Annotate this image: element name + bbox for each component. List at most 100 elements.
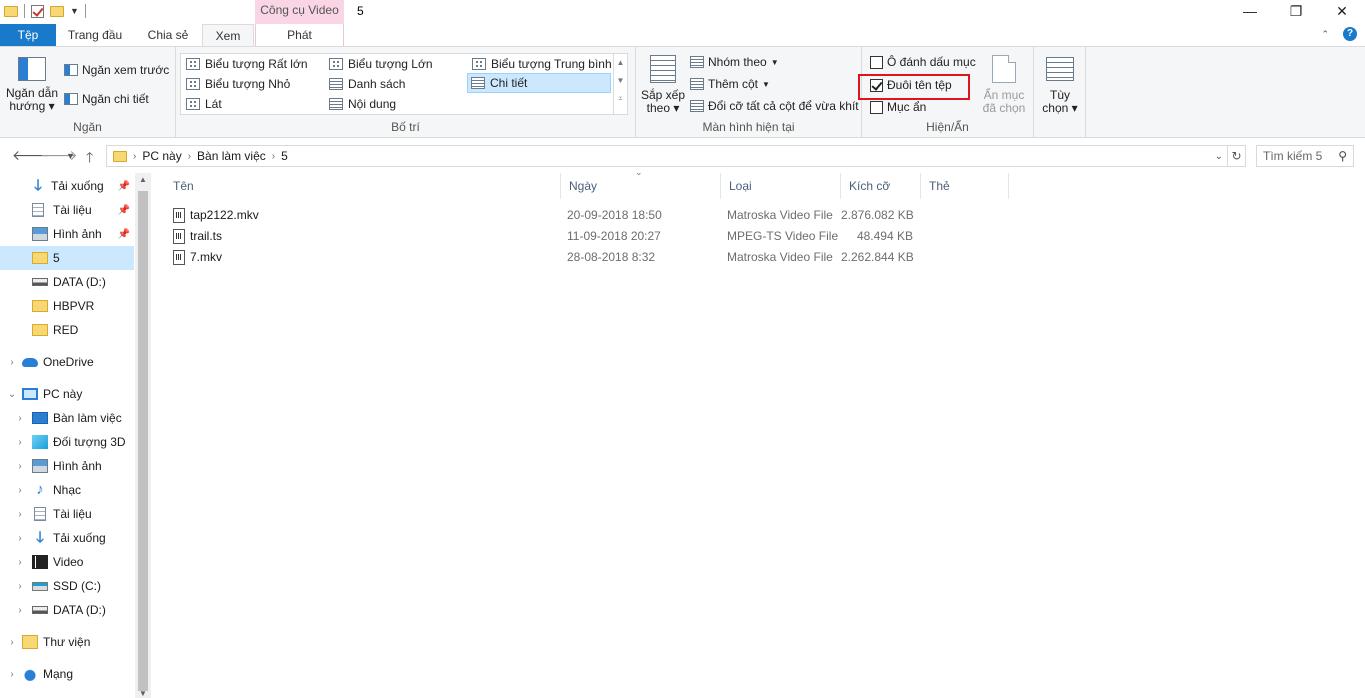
- breadcrumb-desktop[interactable]: Bàn làm việc: [197, 149, 266, 163]
- nav-item-data-drive-pc[interactable]: › DATA (D:): [0, 598, 134, 622]
- tab-file[interactable]: Tệp: [0, 24, 56, 46]
- recent-locations-icon[interactable]: ▼: [66, 151, 75, 161]
- chevron-right-icon[interactable]: ›: [14, 437, 26, 448]
- group-by-button[interactable]: Nhóm theo ▼: [690, 55, 779, 69]
- hidden-items-checkbox[interactable]: [870, 100, 883, 114]
- address-input[interactable]: › PC này › Bàn làm việc › 5 ⌄: [106, 145, 1228, 167]
- preview-pane-button[interactable]: Ngăn xem trước: [64, 63, 169, 77]
- file-size: 48.494 KB: [856, 229, 913, 243]
- navigation-pane-icon: [18, 57, 46, 81]
- table-row[interactable]: 7.mkv 28-08-2018 8:32 Matroska Video Fil…: [165, 247, 925, 268]
- scroll-up-icon[interactable]: ▲: [135, 175, 151, 184]
- nav-item-documents[interactable]: Tài liệu 📌: [0, 198, 134, 222]
- nav-item-folder-5[interactable]: 5: [0, 246, 134, 270]
- breadcrumb-separator[interactable]: ›: [272, 151, 275, 162]
- address-dropdown-icon[interactable]: ⌄: [1215, 151, 1223, 162]
- breadcrumb-separator[interactable]: ›: [188, 151, 191, 162]
- breadcrumb-current[interactable]: 5: [281, 149, 288, 163]
- chevron-right-icon[interactable]: ›: [6, 637, 18, 648]
- layout-large-icons[interactable]: Biểu tượng Lớn: [326, 54, 466, 74]
- help-icon[interactable]: ?: [1343, 27, 1357, 41]
- chevron-right-icon[interactable]: ›: [14, 605, 26, 616]
- new-folder-icon[interactable]: [50, 5, 64, 17]
- customize-toolbar-icon[interactable]: ▼: [70, 6, 79, 16]
- nav-item-onedrive[interactable]: › OneDrive: [0, 350, 134, 374]
- hide-selected-label-2: đã chọn: [982, 101, 1026, 115]
- nav-item-3d-objects[interactable]: › Đối tượng 3D: [0, 430, 134, 454]
- chevron-right-icon[interactable]: ›: [14, 461, 26, 472]
- nav-item-pictures-pc[interactable]: › Hình ảnh: [0, 454, 134, 478]
- tab-share[interactable]: Chia sẻ: [134, 24, 202, 46]
- collapse-ribbon-icon[interactable]: ⌃: [1321, 29, 1329, 40]
- sort-by-button[interactable]: Sắp xếp theo ▾: [640, 55, 686, 115]
- layout-small-icons[interactable]: Biểu tượng Nhỏ: [183, 74, 323, 94]
- navigation-scrollbar[interactable]: ▲ ▼: [135, 173, 151, 698]
- table-row[interactable]: trail.ts 11-09-2018 20:27 MPEG-TS Video …: [165, 226, 925, 247]
- minimize-button[interactable]: —: [1227, 0, 1273, 24]
- nav-item-label: Hình ảnh: [53, 227, 102, 241]
- layout-medium-icons[interactable]: Biểu tượng Trung bình: [469, 54, 613, 74]
- scroll-down-icon[interactable]: ▼: [135, 689, 151, 698]
- tab-view[interactable]: Xem: [202, 24, 254, 47]
- navigation-pane-button[interactable]: Ngăn dẫn hướng ▾: [4, 57, 60, 113]
- options-button[interactable]: Tùy chọn ▾: [1036, 57, 1084, 115]
- layout-content[interactable]: Nội dung: [326, 94, 466, 114]
- nav-item-desktop[interactable]: › Bàn làm việc: [0, 406, 134, 430]
- hidden-items-option[interactable]: Mục ẩn: [870, 100, 926, 114]
- nav-item-downloads-pc[interactable]: › 🡓 Tải xuống: [0, 526, 134, 550]
- layout-list[interactable]: Danh sách: [326, 74, 466, 94]
- add-columns-button[interactable]: Thêm cột ▼: [690, 77, 770, 91]
- size-all-columns-button[interactable]: Đổi cỡ tất cả cột để vừa khít: [690, 99, 859, 113]
- column-header-type[interactable]: Loại: [721, 173, 841, 199]
- column-header-name[interactable]: Tên: [165, 173, 561, 199]
- close-button[interactable]: ✕: [1319, 0, 1365, 24]
- breadcrumb-this-pc[interactable]: PC này: [142, 149, 181, 163]
- up-arrow-icon[interactable]: 🡑: [86, 147, 93, 171]
- pin-icon[interactable]: 📌: [118, 229, 130, 240]
- chevron-right-icon[interactable]: ›: [14, 413, 26, 424]
- refresh-button[interactable]: ↻: [1228, 145, 1246, 167]
- restore-button[interactable]: ❐: [1273, 0, 1319, 24]
- nav-item-this-pc[interactable]: ⌄ PC này: [0, 382, 134, 406]
- nav-item-pictures[interactable]: Hình ảnh 📌: [0, 222, 134, 246]
- chevron-right-icon[interactable]: ›: [14, 557, 26, 568]
- nav-item-network[interactable]: › Mạng: [0, 662, 134, 686]
- layout-gallery-scroll[interactable]: ▲ ▼ ⩡: [613, 54, 627, 114]
- chevron-right-icon[interactable]: ›: [6, 669, 18, 680]
- hide-selected-button[interactable]: Ẩn mục đã chọn: [980, 55, 1028, 115]
- pin-icon[interactable]: 📌: [118, 181, 130, 192]
- column-header-size[interactable]: Kích cỡ: [841, 173, 921, 199]
- nav-item-videos[interactable]: › Video: [0, 550, 134, 574]
- chevron-right-icon[interactable]: ›: [14, 485, 26, 496]
- chevron-right-icon[interactable]: ›: [14, 533, 26, 544]
- nav-item-hbpvr[interactable]: HBPVR: [0, 294, 134, 318]
- nav-item-downloads[interactable]: 🡓 Tải xuống 📌: [0, 174, 134, 198]
- tab-home[interactable]: Trang đầu: [56, 24, 134, 46]
- breadcrumb-separator[interactable]: ›: [133, 151, 136, 162]
- nav-item-documents-pc[interactable]: › Tài liệu: [0, 502, 134, 526]
- list-icon: [329, 78, 343, 90]
- pin-icon[interactable]: 📌: [118, 205, 130, 216]
- tab-play[interactable]: Phát: [255, 24, 344, 46]
- properties-icon[interactable]: [31, 4, 44, 18]
- chevron-right-icon[interactable]: ›: [14, 581, 26, 592]
- nav-item-red[interactable]: RED: [0, 318, 134, 342]
- search-input[interactable]: Tìm kiếm 5 ⚲: [1256, 145, 1354, 167]
- nav-item-libraries[interactable]: › Thư viện: [0, 630, 134, 654]
- nav-item-music[interactable]: › ♪ Nhạc: [0, 478, 134, 502]
- column-header-tags[interactable]: Thẻ: [921, 173, 1009, 199]
- layout-tiles[interactable]: Lát: [183, 94, 323, 114]
- nav-item-ssd-drive[interactable]: › SSD (C:): [0, 574, 134, 598]
- layout-details[interactable]: Chi tiết: [467, 73, 611, 93]
- item-checkboxes-option[interactable]: Ô đánh dấu mục: [870, 55, 976, 69]
- chevron-right-icon[interactable]: ›: [14, 509, 26, 520]
- table-row[interactable]: tap2122.mkv 20-09-2018 18:50 Matroska Vi…: [165, 205, 925, 226]
- layout-extra-large-icons[interactable]: Biểu tượng Rất lớn: [183, 54, 323, 74]
- item-checkboxes-checkbox[interactable]: [870, 55, 883, 69]
- nav-item-data-drive[interactable]: DATA (D:): [0, 270, 134, 294]
- scrollbar-thumb[interactable]: [138, 191, 148, 691]
- details-pane-button[interactable]: Ngăn chi tiết: [64, 92, 149, 106]
- chevron-right-icon[interactable]: ›: [6, 357, 18, 368]
- chevron-down-icon[interactable]: ⌄: [6, 389, 18, 400]
- cloud-icon: [22, 357, 38, 367]
